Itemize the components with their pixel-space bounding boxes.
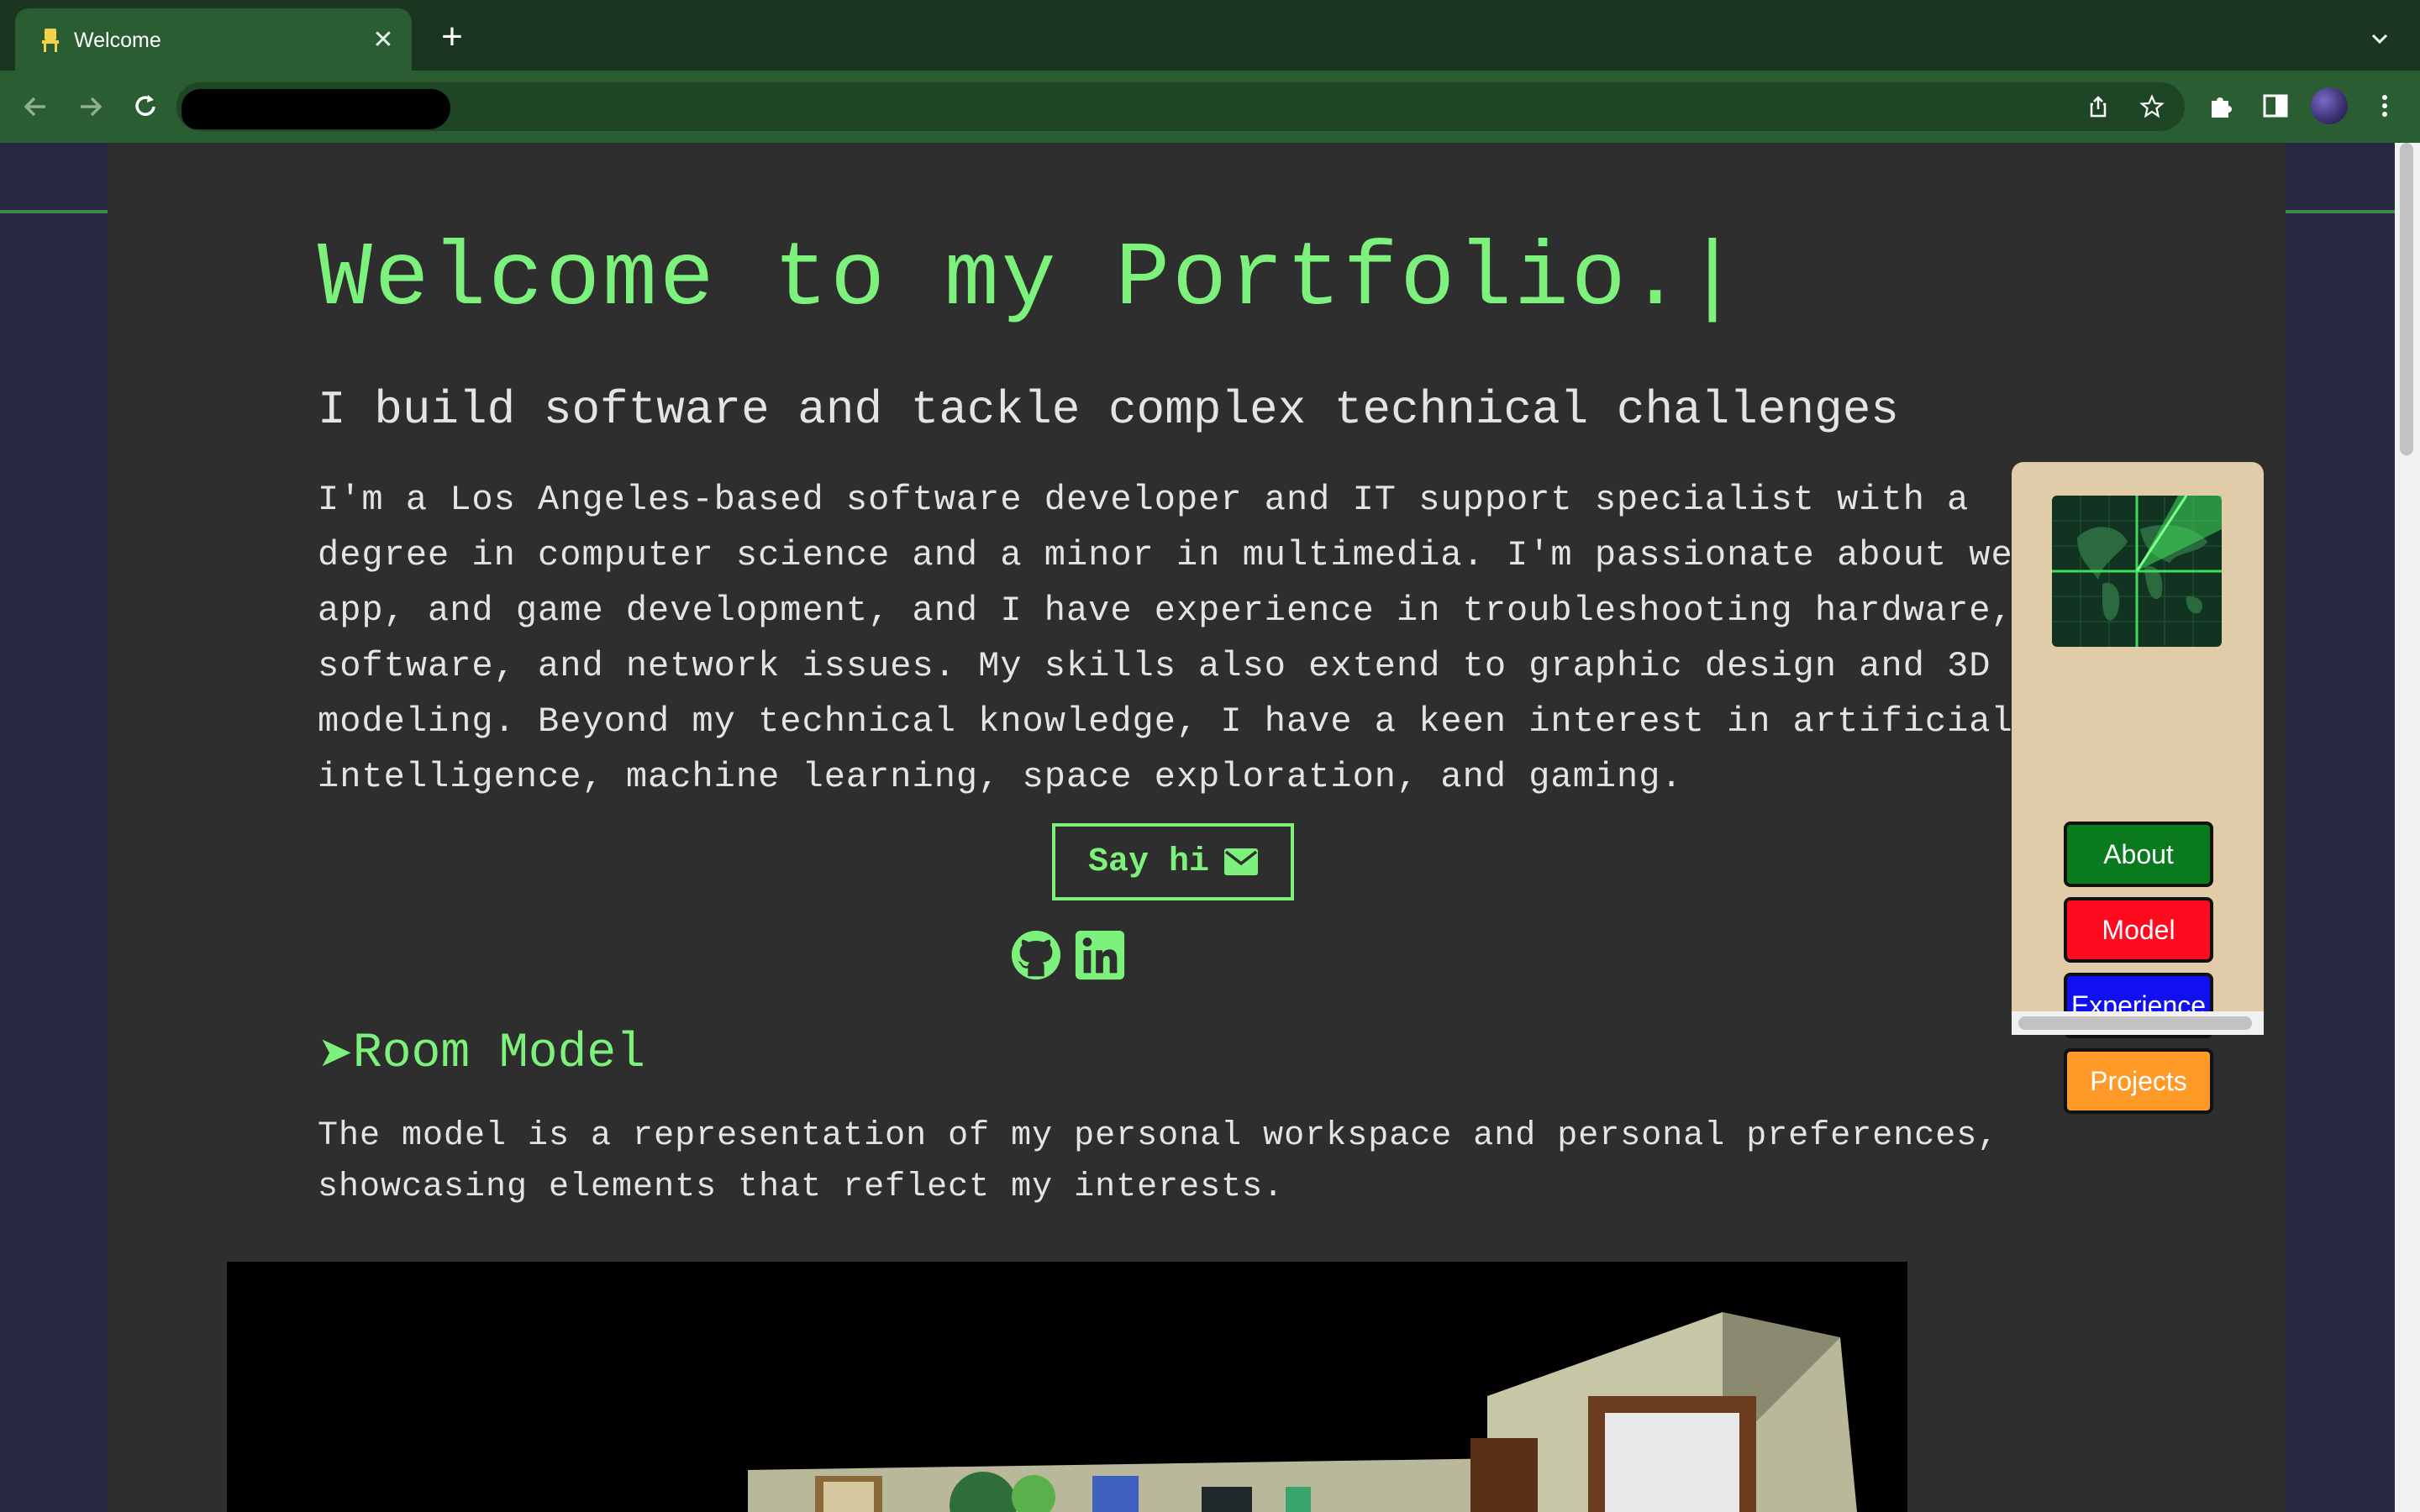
say-hi-label: Say hi <box>1087 843 1210 881</box>
room-model-render <box>748 1312 1857 1512</box>
nav-model-button[interactable]: Model <box>2064 897 2213 963</box>
browser-tabstrip: Welcome ✕ + <box>0 0 2420 71</box>
address-bar[interactable] <box>176 82 2185 131</box>
profile-avatar[interactable] <box>2311 87 2348 124</box>
sidenav-scrollbar[interactable] <box>2012 1011 2264 1035</box>
room-model-description: The model is a representation of my pers… <box>318 1117 1999 1206</box>
radar-map-icon <box>2052 496 2222 647</box>
say-hi-button[interactable]: Say hi <box>1052 823 1294 900</box>
side-panel-icon[interactable] <box>2259 89 2292 123</box>
nav-about-button[interactable]: About <box>2064 822 2213 887</box>
tab-title: Welcome <box>74 29 161 52</box>
side-navigation: About Model Experience Projects <box>2012 462 2264 1114</box>
section-arrow-icon: ➤ <box>318 1027 353 1076</box>
tab-search-chevron-icon[interactable] <box>2368 27 2391 50</box>
chair-favicon-icon <box>42 29 59 52</box>
browser-tab-welcome[interactable]: Welcome ✕ <box>15 8 412 71</box>
new-tab-button[interactable]: + <box>435 18 469 55</box>
bio-paragraph: I'm a Los Angeles-based software develop… <box>318 480 2058 797</box>
main-content: Welcome to my Portfolio.| I build softwa… <box>108 143 2286 1512</box>
extensions-puzzle-icon[interactable] <box>2205 89 2238 123</box>
room-model-heading: ➤Room Model <box>318 1026 645 1081</box>
page-scrollbar[interactable] <box>2395 143 2420 1512</box>
hero-title: Welcome to my Portfolio.| <box>318 228 1743 331</box>
kebab-menu-icon[interactable] <box>2368 89 2402 123</box>
reload-icon[interactable] <box>126 87 165 126</box>
back-arrow-icon[interactable] <box>17 87 55 126</box>
forward-arrow-icon[interactable] <box>71 87 109 126</box>
linkedin-icon[interactable] <box>1074 929 1126 981</box>
room-model-3d-canvas[interactable] <box>227 1262 1907 1512</box>
page-scroll-thumb[interactable] <box>2400 143 2413 455</box>
github-icon[interactable] <box>1010 929 1062 981</box>
room-model-title: Room Model <box>352 1026 645 1081</box>
browser-toolbar <box>0 71 2420 213</box>
sidenav-scroll-thumb[interactable] <box>2018 1016 2252 1030</box>
envelope-icon <box>1224 848 1259 875</box>
url-redacted <box>182 89 450 129</box>
nav-projects-button[interactable]: Projects <box>2064 1048 2213 1114</box>
bookmark-star-icon[interactable] <box>2139 94 2165 119</box>
tab-close-icon[interactable]: ✕ <box>368 25 398 55</box>
hero-subtitle: I build software and tackle complex tech… <box>318 383 1899 437</box>
page-viewport: Welcome to my Portfolio.| I build softwa… <box>0 143 2420 1512</box>
share-icon[interactable] <box>2086 94 2111 119</box>
